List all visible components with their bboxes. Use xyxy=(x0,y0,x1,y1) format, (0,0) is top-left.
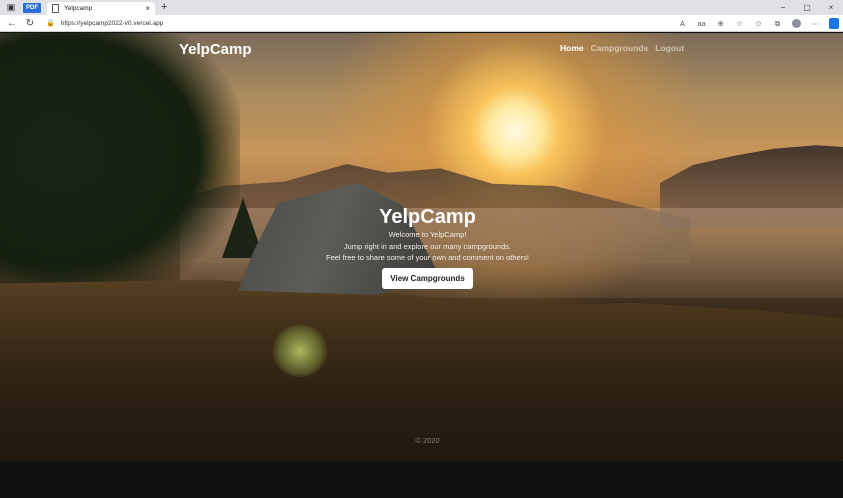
tab-close-icon[interactable]: × xyxy=(145,4,150,13)
profile-icon[interactable] xyxy=(792,19,801,28)
extension-icon[interactable] xyxy=(829,18,839,29)
hero-title: YelpCamp xyxy=(379,206,476,228)
refresh-icon[interactable]: ↻ xyxy=(24,18,36,29)
page-icon xyxy=(52,4,59,13)
lock-icon[interactable]: 🔒 xyxy=(46,19,55,27)
navbar-brand[interactable]: YelpCamp xyxy=(179,41,252,58)
hero-welcome-text: Welcome to YelpCamp! xyxy=(388,230,467,239)
url-text: https://yelpcamp2022-v0.vercel.app xyxy=(60,19,164,27)
nav-campgrounds-link[interactable]: Campgrounds xyxy=(591,43,649,53)
favorite-icon[interactable]: ☆ xyxy=(730,19,749,28)
read-aloud-icon[interactable]: A xyxy=(673,19,692,28)
page-bottom-strip xyxy=(0,461,843,498)
lens-flare xyxy=(272,325,328,377)
new-tab-button[interactable]: + xyxy=(161,2,167,13)
maximize-button[interactable]: ▢ xyxy=(795,3,819,12)
browser-tab[interactable]: Yelpcamp × xyxy=(47,1,155,16)
hero-content: YelpCamp Welcome to YelpCamp! Jump right… xyxy=(0,205,843,289)
favorites-list-icon[interactable]: ✩ xyxy=(749,19,768,28)
url-field[interactable]: 🔒 https://yelpcamp2022-v0.vercel.app xyxy=(44,17,664,30)
zoom-icon[interactable]: ⊕ xyxy=(711,19,730,28)
footer-copyright: © 2020 xyxy=(415,436,440,445)
pdf-badge[interactable]: PDF xyxy=(23,2,41,13)
tab-actions-icon[interactable]: ▣ xyxy=(5,2,17,14)
close-window-button[interactable]: × xyxy=(819,3,843,12)
browser-address-bar: ← ↻ 🔒 https://yelpcamp2022-v0.vercel.app… xyxy=(0,15,843,32)
minimize-button[interactable]: − xyxy=(771,3,795,12)
nav-logout-link[interactable]: Logout xyxy=(655,43,684,53)
more-icon[interactable]: ⋯ xyxy=(806,19,825,28)
window-controls: − ▢ × xyxy=(771,0,843,15)
hero-share-text: Feel free to share some of your own and … xyxy=(325,253,530,262)
collections-icon[interactable]: ⧉ xyxy=(768,19,787,29)
browser-toolbar: A aa ⊕ ☆ ✩ ⧉ ⋯ xyxy=(673,15,839,32)
hero-explore-text: Jump right in and explore our many campg… xyxy=(343,241,512,251)
tab-title: Yelpcamp xyxy=(64,5,93,12)
view-campgrounds-button[interactable]: View Campgrounds xyxy=(382,267,473,289)
navbar-links: Home Campgrounds Logout xyxy=(560,43,684,53)
immersive-reader-icon[interactable]: aa xyxy=(692,19,711,28)
back-icon[interactable]: ← xyxy=(6,18,18,29)
browser-tab-bar: ▣ PDF Yelpcamp × + − ▢ × xyxy=(0,0,843,16)
nav-home-link[interactable]: Home xyxy=(560,43,584,53)
